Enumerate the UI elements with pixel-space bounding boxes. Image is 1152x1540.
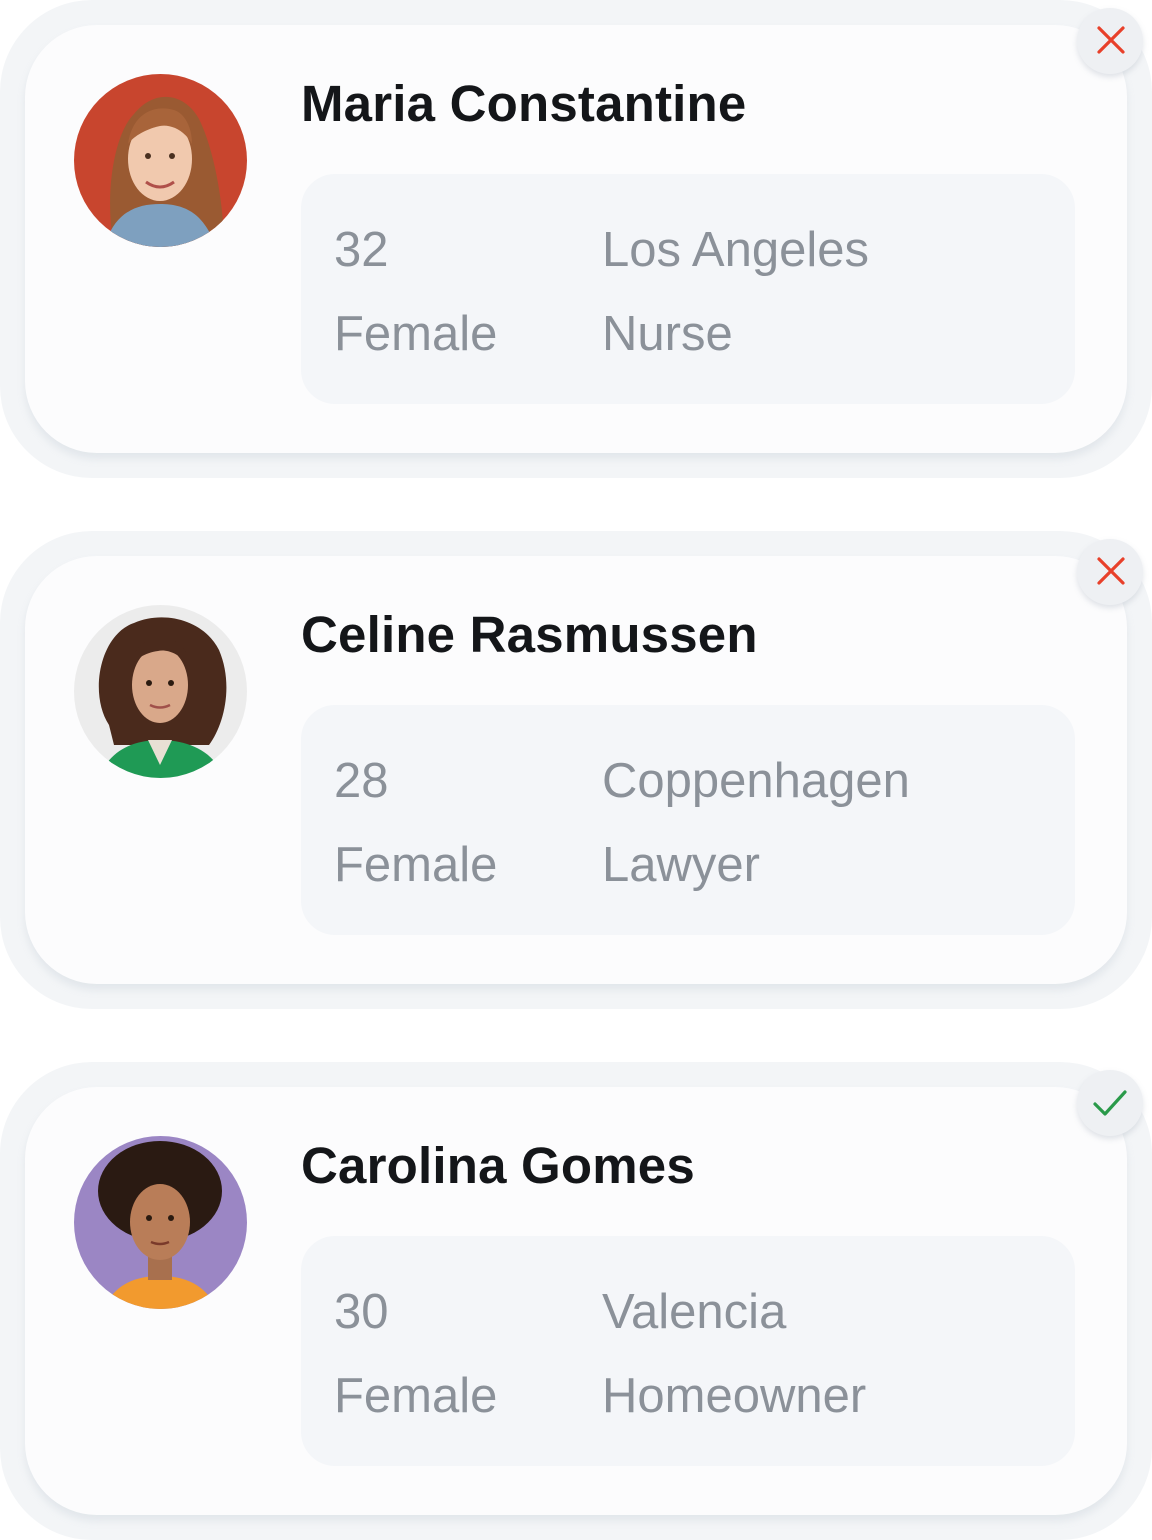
reject-button[interactable] bbox=[1077, 539, 1143, 605]
profile-details: 32 Los Angeles Female Nurse bbox=[301, 174, 1075, 404]
profile-details: 28 Coppenhagen Female Lawyer bbox=[301, 705, 1075, 935]
profile-card[interactable]: Celine Rasmussen 28 Coppenhagen Female L… bbox=[0, 531, 1152, 1009]
profile-gender: Female bbox=[334, 838, 498, 892]
avatar bbox=[74, 1136, 247, 1309]
avatar bbox=[74, 605, 247, 778]
profile-gender: Female bbox=[334, 1369, 498, 1423]
profile-occupation: Homeowner bbox=[602, 1369, 867, 1423]
profile-details: 30 Valencia Female Homeowner bbox=[301, 1236, 1075, 1466]
profile-age: 32 bbox=[334, 223, 389, 277]
profile-occupation: Lawyer bbox=[602, 838, 760, 892]
profile-name: Maria Constantine bbox=[301, 75, 747, 132]
profile-name: Carolina Gomes bbox=[301, 1137, 695, 1194]
close-icon bbox=[1097, 557, 1125, 585]
check-icon bbox=[1093, 1090, 1127, 1116]
profile-occupation: Nurse bbox=[602, 307, 733, 361]
avatar bbox=[74, 74, 247, 247]
profile-age: 28 bbox=[334, 754, 389, 808]
profile-card[interactable]: Maria Constantine 32 Los Angeles Female … bbox=[0, 0, 1152, 478]
profile-city: Los Angeles bbox=[602, 223, 869, 277]
profile-card[interactable]: Carolina Gomes 30 Valencia Female Homeow… bbox=[0, 1062, 1152, 1540]
accept-button[interactable] bbox=[1077, 1070, 1143, 1136]
profile-city: Valencia bbox=[602, 1285, 787, 1339]
profile-city: Coppenhagen bbox=[602, 754, 910, 808]
close-icon bbox=[1097, 26, 1125, 54]
reject-button[interactable] bbox=[1077, 8, 1143, 74]
profile-age: 30 bbox=[334, 1285, 389, 1339]
profile-name: Celine Rasmussen bbox=[301, 606, 758, 663]
profile-gender: Female bbox=[334, 307, 498, 361]
